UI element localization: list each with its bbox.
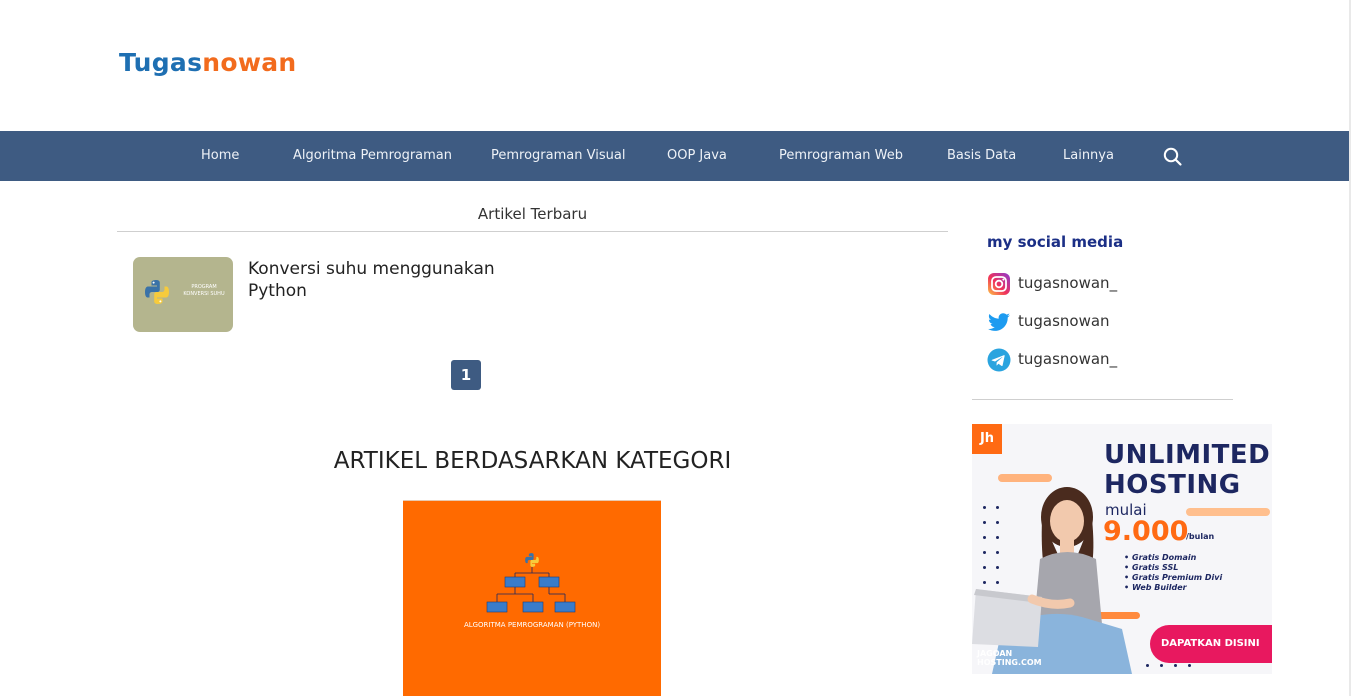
latest-articles-title: Artikel Terbaru: [477, 205, 588, 223]
pagination-page-1[interactable]: 1: [451, 360, 481, 390]
main-navigation: Home Algoritma Pemrograman Pemrograman V…: [0, 131, 1349, 181]
ad-brand-badge: Jh: [972, 424, 1002, 454]
site-header: Tugasnowan: [0, 0, 1351, 131]
ad-brand-text: JAGOAN HOSTING.COM: [977, 649, 1042, 667]
nav-item-algoritma-pemrograman[interactable]: Algoritma Pemrograman: [293, 131, 452, 181]
flowchart-tree-icon: [486, 567, 576, 613]
python-logo-icon: [145, 280, 169, 304]
ad-headline-line-1: UNLIMITED: [1104, 440, 1271, 470]
ad-decor-dot: [1160, 664, 1163, 667]
logo-text-tugas: Tugas: [119, 48, 203, 77]
nav-item-pemrograman-web[interactable]: Pemrograman Web: [779, 131, 903, 181]
ad-decor-dot: [1188, 664, 1191, 667]
nav-item-basis-data[interactable]: Basis Data: [947, 131, 1016, 181]
category-card-algoritma[interactable]: ALGORITMA PEMROGRAMAN (PYTHON): [403, 500, 661, 696]
ad-feature-item: Gratis Domain: [1124, 553, 1222, 563]
ad-decor-pill: [1186, 508, 1270, 516]
social-media-heading: my social media: [987, 233, 1124, 251]
twitter-icon: [988, 313, 1010, 331]
nav-item-lainnya[interactable]: Lainnya: [1063, 131, 1114, 181]
ad-decor-dot: [1146, 664, 1149, 667]
instagram-handle: tugasnowan_: [1018, 274, 1118, 292]
article-title-link[interactable]: Konversi suhu menggunakan Python: [248, 258, 508, 302]
site-logo[interactable]: Tugasnowan: [119, 48, 297, 77]
ad-feature-item: Gratis Premium Divi: [1124, 573, 1222, 583]
telegram-icon: [987, 348, 1011, 372]
category-section-heading: ARTIKEL BERDASARKAN KATEGORI: [333, 448, 732, 474]
ad-headline-line-2: HOSTING: [1104, 470, 1241, 500]
nav-item-oop-java[interactable]: OOP Java: [667, 131, 727, 181]
section-divider: [117, 231, 948, 232]
instagram-icon: [988, 273, 1010, 295]
ad-feature-item: Gratis SSL: [1124, 563, 1222, 573]
thumbnail-caption: PROGRAM KONVERSI SUHU: [183, 284, 225, 297]
nav-item-home[interactable]: Home: [201, 131, 239, 181]
ad-decor-dot: [1174, 664, 1177, 667]
ad-feature-item: Web Builder: [1124, 583, 1222, 593]
article-thumbnail[interactable]: PROGRAM KONVERSI SUHU: [133, 257, 233, 332]
ad-brand-line-2: HOSTING.COM: [977, 658, 1042, 667]
telegram-handle: tugasnowan_: [1018, 350, 1118, 368]
python-logo-icon: [525, 553, 539, 567]
ad-cta-button[interactable]: DAPATKAN DISINI: [1150, 625, 1272, 663]
twitter-handle: tugasnowan: [1018, 312, 1110, 330]
ad-brand-line-1: JAGOAN: [977, 649, 1013, 658]
ad-headline: UNLIMITED HOSTING: [1104, 440, 1270, 500]
sidebar-divider: [972, 399, 1233, 400]
logo-text-nowan: nowan: [202, 48, 297, 77]
category-card-label: ALGORITMA PEMROGRAMAN (PYTHON): [463, 621, 601, 629]
ad-price-unit: /bulan: [1186, 532, 1215, 541]
ad-price: 9.000: [1103, 516, 1189, 547]
nav-item-pemrograman-visual[interactable]: Pemrograman Visual: [491, 131, 625, 181]
hosting-ad-banner[interactable]: Jh UNLIMITED HOSTING mulai 9.000 /bulan …: [972, 424, 1272, 674]
ad-feature-list: Gratis Domain Gratis SSL Gratis Premium …: [1124, 553, 1222, 593]
search-icon[interactable]: [1162, 146, 1184, 168]
